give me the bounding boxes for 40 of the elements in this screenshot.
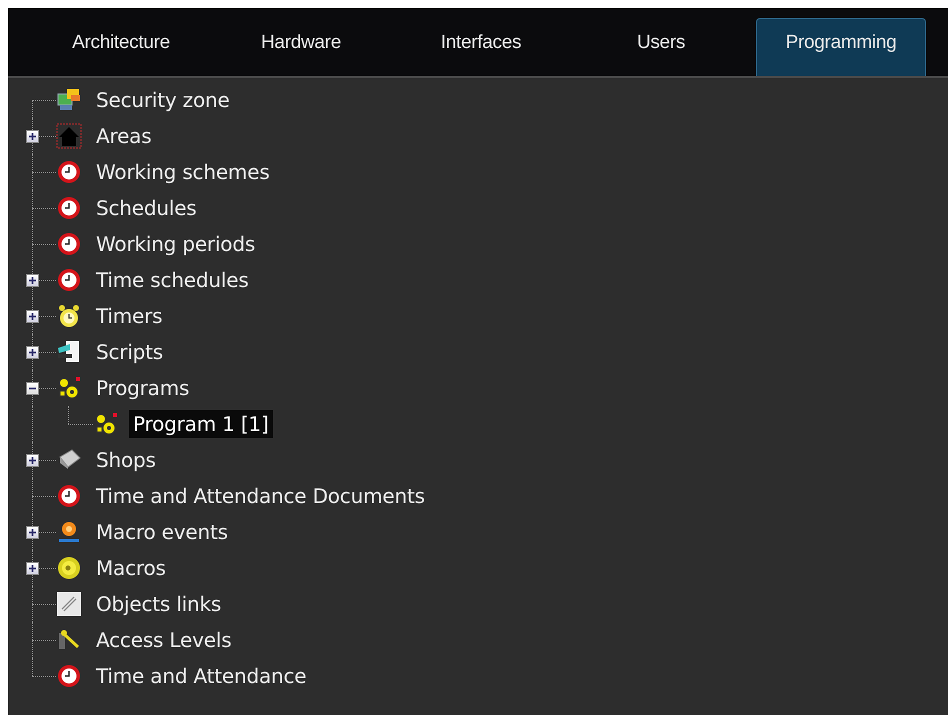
clock-icon [56,231,82,257]
tree-item[interactable]: Security zone [92,86,234,114]
tree-item[interactable]: Time schedules [92,266,253,294]
expand-icon[interactable] [26,526,39,539]
expand-icon[interactable] [26,130,39,143]
clock-icon [56,159,82,185]
tree-item[interactable]: Time and Attendance [92,662,310,690]
clock-icon [56,195,82,221]
collapse-icon[interactable] [26,382,39,395]
tree-item[interactable]: Scripts [92,338,168,366]
monitors-icon [56,87,82,113]
tree-item[interactable]: Objects links [92,590,226,618]
tree-item[interactable]: Program 1 [1] [129,410,273,438]
tree-item[interactable]: Macros [92,554,170,582]
expand-icon[interactable] [26,454,39,467]
expand-icon[interactable] [26,562,39,575]
tree-item[interactable]: Macro events [92,518,232,546]
expand-icon[interactable] [26,310,39,323]
tab[interactable]: Programming [756,18,926,76]
tree-item[interactable]: Access Levels [92,626,236,654]
expand-icon[interactable] [26,274,39,287]
alarm-clock-icon [56,303,82,329]
clock-icon [56,663,82,689]
tree-item[interactable]: Time and Attendance Documents [92,482,429,510]
tree-item[interactable]: Working periods [92,230,260,258]
tree-item[interactable]: Shops [92,446,160,474]
tab[interactable]: Users [576,18,746,76]
tab[interactable]: Architecture [36,18,206,76]
tab[interactable]: Hardware [216,18,386,76]
tree-item[interactable]: Working schemes [92,158,274,186]
document-icon [56,339,82,365]
tree-item[interactable]: Timers [92,302,166,330]
clock-icon [56,483,82,509]
clock-icon [56,267,82,293]
tree-item[interactable]: Areas [92,122,156,150]
tab[interactable]: Interfaces [396,18,566,76]
tree-item[interactable]: Schedules [92,194,201,222]
expand-icon[interactable] [26,346,39,359]
house-icon [56,123,82,149]
tree-item[interactable]: Programs [92,374,194,402]
